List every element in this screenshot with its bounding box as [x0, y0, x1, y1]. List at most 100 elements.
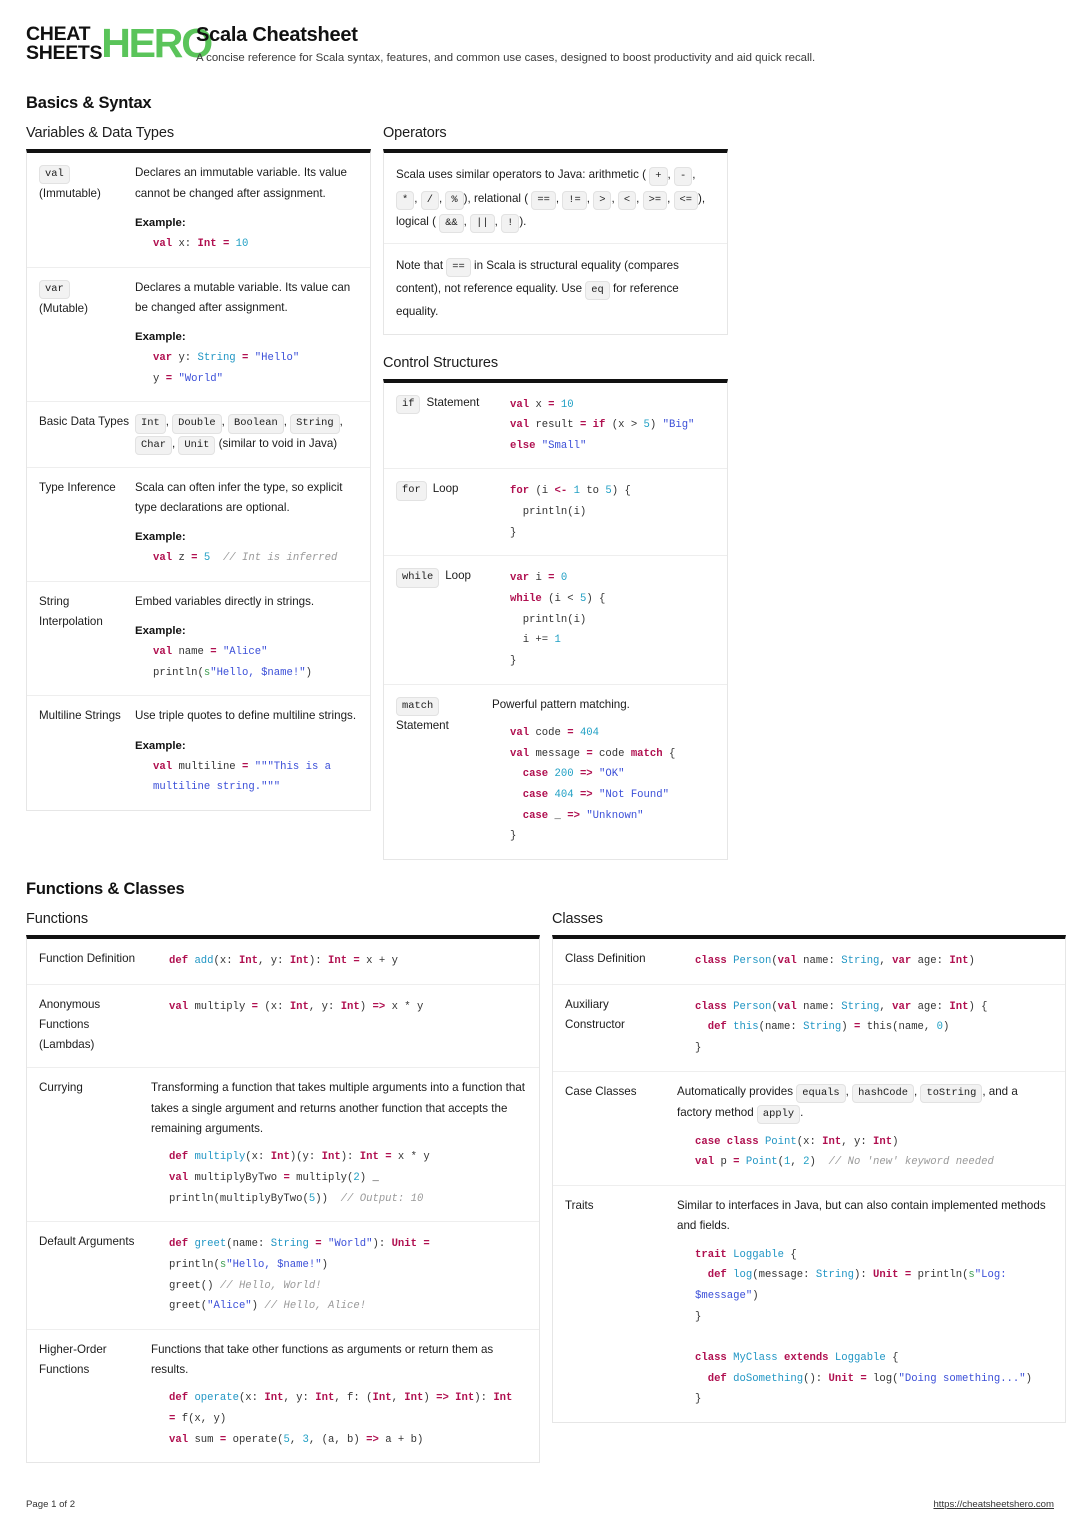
code-block: val x: Int = 10: [153, 237, 249, 250]
functions-title: Functions: [26, 910, 88, 927]
row-description: Use triple quotes to define multiline st…: [135, 709, 357, 723]
row-label: Traits: [565, 1199, 594, 1213]
op-chip-minus: -: [673, 167, 693, 187]
types-chip-list: Int, Double, Boolean, String, Char, Unit…: [135, 412, 358, 455]
types-trailing-note: (similar to void in Java): [218, 436, 338, 450]
table-row: var (Mutable) Declares a mutable variabl…: [27, 266, 370, 402]
row-label: for Loop: [384, 469, 492, 555]
control-table: if Statement val x = 10 val result = if …: [383, 378, 728, 860]
row-label-suffix: Loop: [445, 569, 471, 583]
type-chip-char: Char: [135, 435, 172, 455]
row-description: Transforming a function that takes multi…: [151, 1081, 525, 1136]
row-body: def add(x: Int, y: Int): Int = x + y: [151, 939, 539, 984]
row-body: var i = 0 while (i < 5) { println(i) i +…: [492, 556, 727, 683]
code-block: val multiply = (x: Int, y: Int) => x * y: [169, 1000, 424, 1013]
op-chip-lt: <: [617, 190, 637, 210]
row-description: Similar to interfaces in Java, but can a…: [677, 1199, 1046, 1233]
table-row: Currying Transforming a function that ta…: [27, 1067, 539, 1221]
code-block: def greet(name: String = "World"): Unit …: [169, 1238, 430, 1313]
op-chip-or: ||: [470, 213, 495, 233]
code-block: val code = 404 val message = code match …: [510, 727, 676, 843]
code-chip: if: [396, 394, 421, 414]
row-label: Case Classes: [565, 1084, 637, 1098]
operators-note-row: Note that == in Scala is structural equa…: [384, 242, 727, 334]
table-row: String Interpolation Embed variables dir…: [27, 580, 370, 696]
table-row: Class Definition class Person(val name: …: [553, 939, 1065, 984]
example-label: Example:: [135, 739, 186, 752]
code-chip: var: [39, 279, 70, 299]
row-body: val multiply = (x: Int, y: Int) => x * y: [151, 985, 539, 1068]
row-label: Basic Data Types: [39, 415, 130, 429]
column-operators-control: Operators Scala uses similar operators t…: [383, 125, 728, 860]
page-subtitle: A concise reference for Scala syntax, fe…: [196, 52, 816, 64]
code-block: def add(x: Int, y: Int): Int = x + y: [169, 954, 398, 967]
row-body: def greet(name: String = "World"): Unit …: [151, 1222, 539, 1329]
code-block: val x = 10 val result = if (x > 5) "Big"…: [510, 398, 695, 452]
example-label: Example:: [135, 331, 186, 344]
table-row: Multiline Strings Use triple quotes to d…: [27, 695, 370, 810]
table-row: for Loop for (i <- 1 to 5) { println(i) …: [384, 468, 727, 555]
row-description: Scala can often infer the type, so expli…: [135, 480, 343, 514]
column-functions: Functions Function Definition def add(x:…: [26, 910, 540, 1464]
site-url-link[interactable]: https://cheatsheetshero.com: [933, 1499, 1054, 1510]
row-description: Powerful pattern matching.: [492, 697, 630, 711]
op-chip-plus: +: [649, 167, 668, 187]
operators-table: Scala uses similar operators to Java: ar…: [383, 149, 728, 335]
row-label-suffix: Loop: [432, 482, 459, 496]
table-row: if Statement val x = 10 val result = if …: [384, 383, 727, 469]
row-body: class Person(val name: String, var age: …: [677, 985, 1065, 1071]
code-block: trait Loggable { def log(message: String…: [695, 1248, 1032, 1406]
note-a: Note that: [396, 258, 444, 272]
op-chip-gte: >=: [642, 190, 668, 210]
op-chip-gt: >: [593, 190, 612, 210]
table-row: Basic Data Types Int, Double, Boolean, S…: [27, 401, 370, 466]
classes-title: Classes: [552, 910, 603, 927]
table-row: val (Immutable) Declares an immutable va…: [27, 153, 370, 266]
row-label: Class Definition: [565, 951, 646, 965]
table-row: Function Definition def add(x: Int, y: I…: [27, 939, 539, 984]
row-label: Higher-Order Functions: [39, 1342, 107, 1377]
op-chip-divide: /: [420, 190, 439, 210]
code-block: val z = 5 // Int is inferred: [153, 552, 338, 565]
functions-table: Function Definition def add(x: Int, y: I…: [26, 934, 540, 1464]
method-chip-equals: equals: [796, 1083, 846, 1103]
row-label: Type Inference: [39, 480, 116, 494]
row-label: Anonymous Functions (Lambdas): [39, 997, 101, 1052]
row-body: val x = 10 val result = if (x > 5) "Big"…: [492, 383, 727, 469]
page-header: CHEAT SHEETS HERO Scala Cheatsheet A con…: [26, 22, 1054, 74]
section-functions-classes-title: Functions & Classes: [26, 879, 185, 898]
row-label: Default Arguments: [39, 1235, 135, 1249]
row-label: Multiline Strings: [39, 709, 121, 723]
code-block: case class Point(x: Int, y: Int) val p =…: [695, 1135, 994, 1169]
row-body: class Person(val name: String, var age: …: [677, 939, 1065, 984]
method-chip-apply: apply: [756, 1104, 801, 1124]
row-label-suffix: Statement: [396, 718, 449, 732]
row-label-suffix: Statement: [426, 395, 480, 409]
table-row: Auxiliary Constructor class Person(val n…: [553, 983, 1065, 1071]
brand-hero-word: HERO: [101, 20, 213, 67]
example-label: Example:: [135, 216, 186, 229]
code-block: for (i <- 1 to 5) { println(i) }: [510, 485, 631, 539]
variables-table: val (Immutable) Declares an immutable va…: [26, 149, 371, 812]
type-chip-unit: Unit: [178, 435, 216, 455]
method-chip-hashcode: hashCode: [852, 1083, 914, 1103]
op-chip-times: *: [396, 190, 415, 210]
table-row: Anonymous Functions (Lambdas) val multip…: [27, 983, 539, 1068]
method-chip-tostring: toString: [920, 1083, 983, 1103]
code-block: class Person(val name: String, var age: …: [695, 1000, 988, 1054]
type-chip-int: Int: [135, 414, 166, 434]
column-variables: Variables & Data Types val (Immutable) D…: [26, 125, 371, 812]
operators-intro-row: Scala uses similar operators to Java: ar…: [384, 153, 727, 243]
row-label: if Statement: [384, 383, 492, 469]
table-row: while Loop var i = 0 while (i < 5) { pri…: [384, 555, 727, 683]
row-label-suffix: (Mutable): [39, 301, 88, 315]
row-description: Declares a mutable variable. Its value c…: [135, 280, 351, 314]
row-body: Automatically provides equals, hashCode,…: [677, 1072, 1065, 1185]
note-chip-eq: ==: [446, 257, 471, 278]
row-body: Powerful pattern matching. val code = 40…: [492, 685, 727, 859]
row-label: String Interpolation: [39, 594, 103, 629]
type-chip-double: Double: [172, 414, 222, 434]
table-row: Higher-Order Functions Functions that ta…: [27, 1328, 539, 1463]
op-chip-neq: !=: [562, 190, 587, 210]
classes-table: Class Definition class Person(val name: …: [552, 934, 1066, 1423]
